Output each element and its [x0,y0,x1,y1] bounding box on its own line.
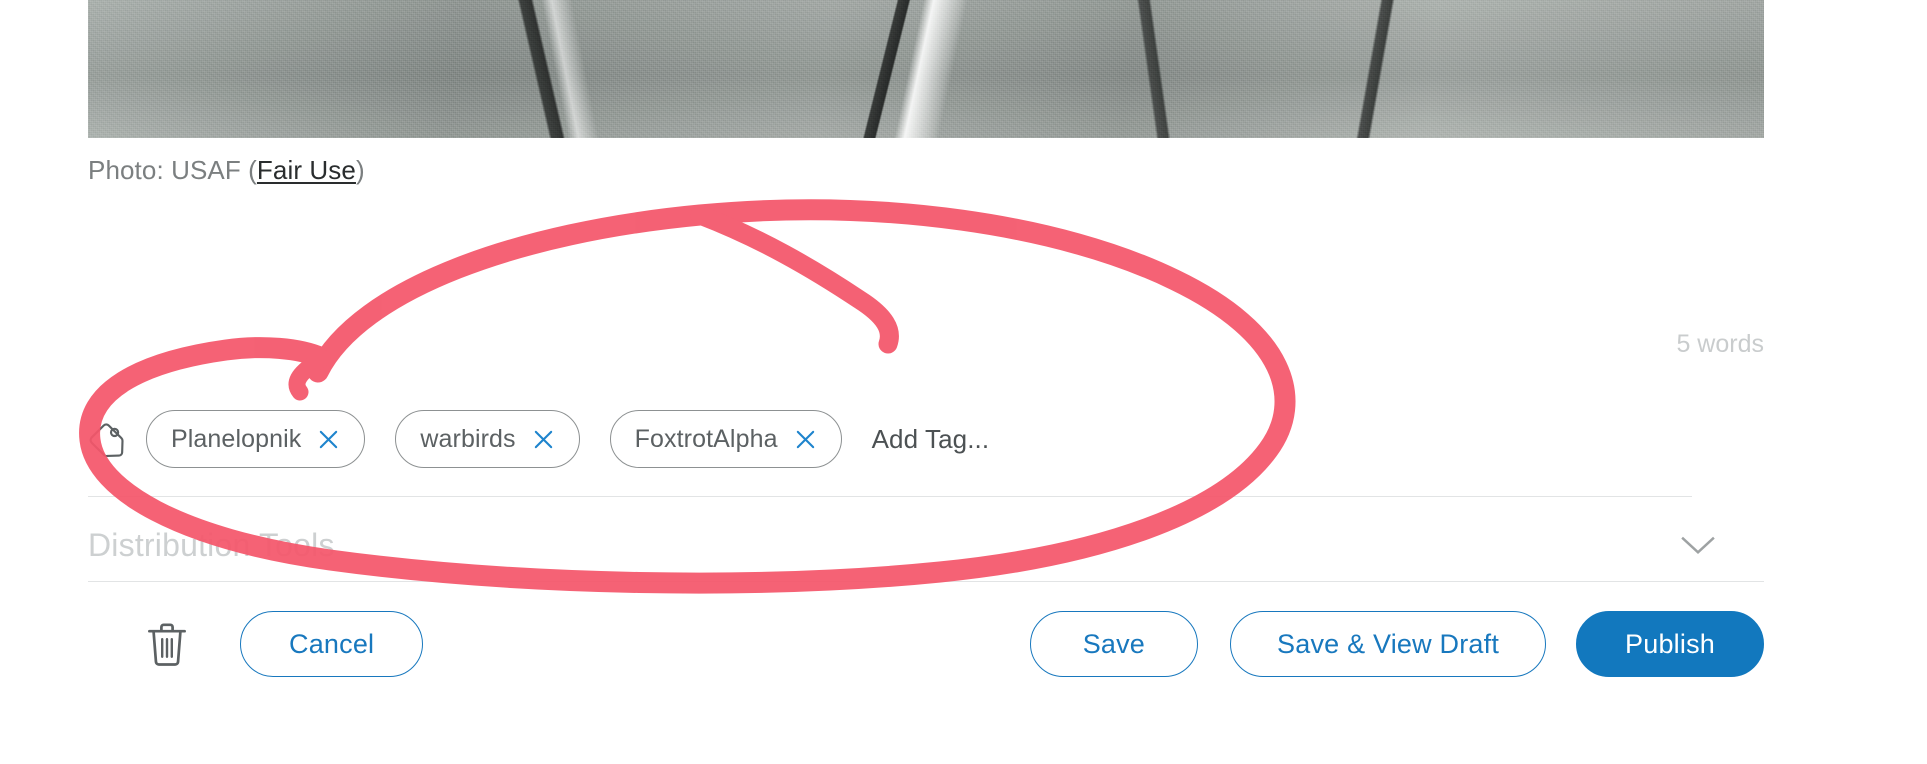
tag-chip[interactable]: Planelopnik [146,410,366,468]
distribution-tools-section[interactable]: Distribution Tools [88,512,1764,578]
chevron-down-icon[interactable] [1678,534,1718,556]
caption-suffix: ) [355,155,365,185]
save-and-view-draft-button[interactable]: Save & View Draft [1230,611,1547,677]
tag-chip[interactable]: FoxtrotAlpha [609,410,842,468]
cancel-button[interactable]: Cancel [240,611,424,677]
close-icon[interactable] [532,428,555,451]
close-icon[interactable] [317,428,340,451]
add-tag-input[interactable]: Add Tag... [872,424,990,455]
publish-button[interactable]: Publish [1576,611,1764,677]
word-count: 5 words [1676,330,1764,358]
divider-above-distribution [88,496,1692,497]
editor-action-bar: Cancel Save Save & View Draft Publish [88,598,1764,690]
image-caption[interactable]: Photo: USAF (Fair Use) [88,155,365,186]
save-button[interactable]: Save [1029,611,1199,677]
trash-icon[interactable] [144,620,190,668]
tags-row: Planelopnik warbirds FoxtrotAlpha Add Ta… [88,408,989,470]
post-editor-screen: Photo: USAF (Fair Use) 5 words Planelopn… [0,0,1927,764]
divider-above-actions [88,581,1764,582]
distribution-tools-title: Distribution Tools [88,526,335,563]
close-icon[interactable] [794,428,817,451]
tag-icon [89,423,124,458]
tag-chip[interactable]: warbirds [395,410,580,468]
caption-link[interactable]: Fair Use [257,155,356,185]
tag-chip-label: FoxtrotAlpha [634,424,778,453]
caption-prefix: Photo: USAF ( [88,155,257,185]
tag-chip-label: warbirds [420,424,516,453]
tag-chip-label: Planelopnik [171,424,302,453]
featured-image[interactable] [88,0,1764,138]
featured-image-texture [88,0,1764,138]
